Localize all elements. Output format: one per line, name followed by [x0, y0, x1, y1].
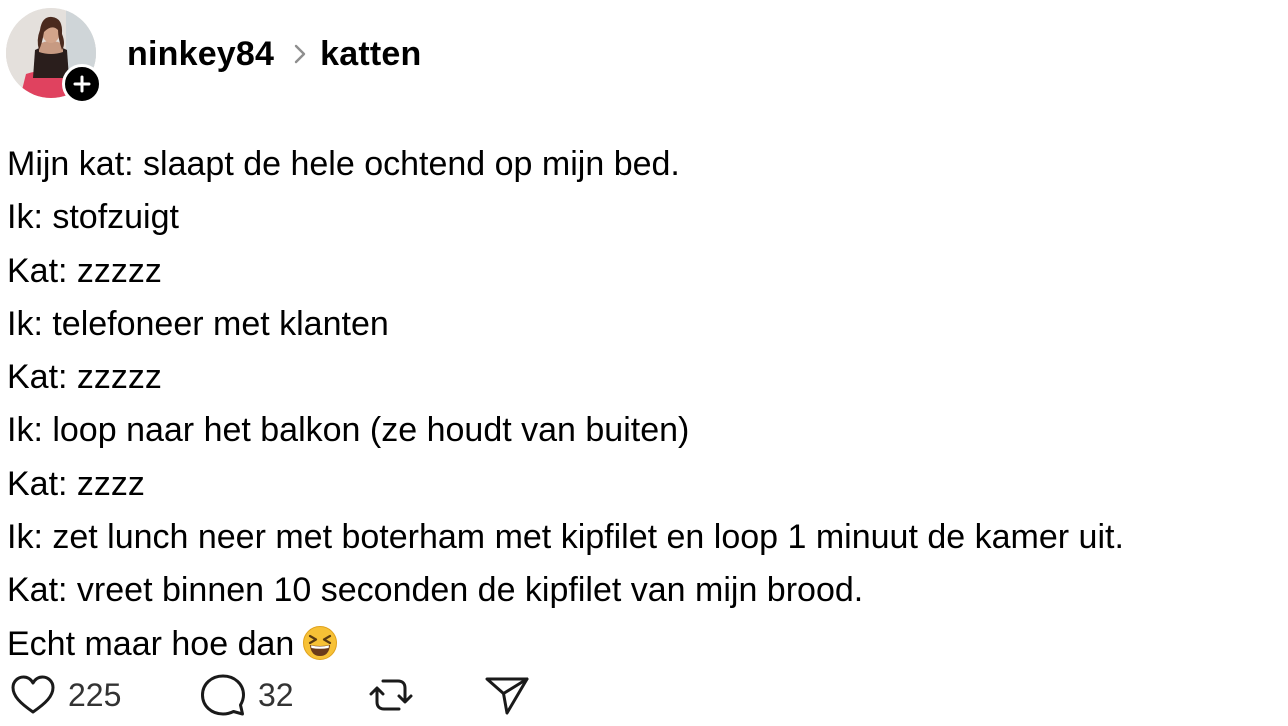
plus-icon: [73, 75, 91, 93]
post-line-text: Echt maar hoe dan: [7, 624, 295, 663]
username-link[interactable]: ninkey84: [127, 35, 274, 74]
like-count: 225: [68, 676, 122, 713]
post-line: Mijn kat: slaapt de hele ochtend op mijn…: [7, 145, 680, 183]
repost-button[interactable]: [368, 673, 484, 717]
reply-button[interactable]: 32: [200, 673, 368, 717]
like-button[interactable]: 225: [10, 674, 200, 716]
post-text: Mijn kat: slaapt de hele ochtend op mijn…: [7, 138, 1288, 671]
action-bar: 225 32: [10, 672, 530, 718]
post-line: Ik: stofzuigt: [7, 198, 179, 237]
post-line: Ik: zet lunch neer met boterham met kipf…: [7, 518, 1124, 557]
post-line: Ik: telefoneer met klanten: [7, 304, 389, 343]
post-line: Kat: zzzzz: [7, 358, 162, 397]
breadcrumb: ninkey84 katten: [127, 34, 421, 74]
follow-button[interactable]: [62, 64, 102, 104]
share-button[interactable]: [484, 673, 530, 717]
post-line: Kat: zzzzz: [7, 251, 162, 290]
chevron-right-icon: [294, 44, 306, 64]
post-line: Kat: vreet binnen 10 seconden de kipfile…: [7, 571, 864, 610]
post-header: ninkey84 katten: [6, 8, 706, 104]
repost-icon: [369, 679, 413, 711]
post-line: Kat: zzzz: [7, 464, 145, 503]
topic-link[interactable]: katten: [320, 35, 421, 74]
post-line: Ik: loop naar het balkon (ze houdt van b…: [7, 411, 690, 450]
heart-icon: [11, 675, 55, 714]
comment-bubble-icon: [201, 674, 245, 716]
send-icon: [485, 677, 529, 715]
post-line-last: Echt maar hoe dan: [7, 618, 1288, 671]
reply-count: 32: [258, 676, 294, 713]
laughing-emoji-icon: [302, 624, 338, 660]
